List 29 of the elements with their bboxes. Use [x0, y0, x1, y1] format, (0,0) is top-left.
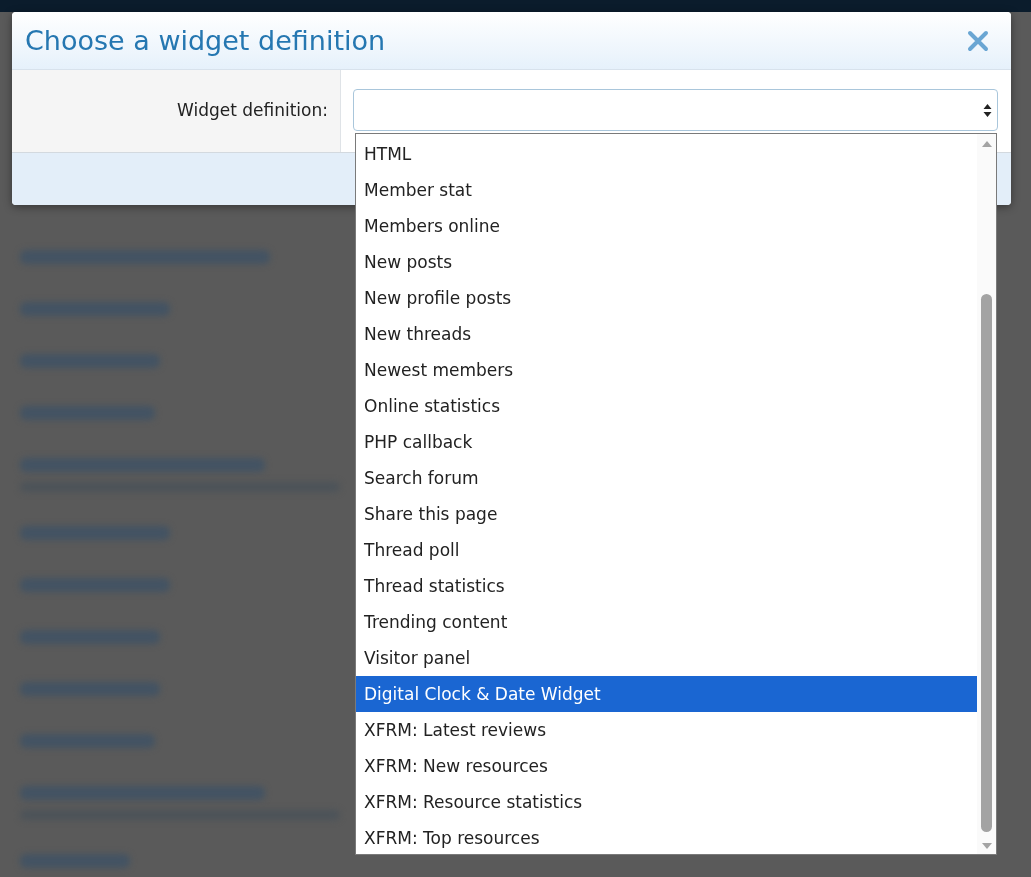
field-label: Widget definition: — [176, 100, 328, 120]
dropdown-option[interactable]: New posts — [356, 244, 977, 280]
dropdown-option[interactable]: Online statistics — [356, 388, 977, 424]
dropdown-option[interactable]: Search forum — [356, 460, 977, 496]
dialog-title: Choose a widget definition — [25, 25, 386, 56]
dropdown-option[interactable]: XFRM: Top resources — [356, 820, 977, 856]
close-icon[interactable] — [967, 29, 989, 52]
select-arrows-icon — [983, 102, 992, 118]
dropdown-option[interactable]: Visitor panel — [356, 640, 977, 676]
scroll-down-icon[interactable] — [980, 842, 993, 850]
dropdown-option[interactable]: Digital Clock & Date Widget — [356, 676, 977, 712]
dropdown-option[interactable]: Thread statistics — [356, 568, 977, 604]
dropdown-option[interactable]: XFRM: Latest reviews — [356, 712, 977, 748]
dropdown-option[interactable]: New profile posts — [356, 280, 977, 316]
dropdown-option[interactable]: XFRM: Resource statistics — [356, 784, 977, 820]
dropdown-option[interactable]: Trending content — [356, 604, 977, 640]
dropdown-option[interactable]: XFRM: New resources — [356, 748, 977, 784]
dropdown-option[interactable]: Thread poll — [356, 532, 977, 568]
dropdown-option[interactable]: Members online — [356, 208, 977, 244]
dropdown-option[interactable]: PHP callback — [356, 424, 977, 460]
dropdown-option[interactable]: Newest members — [356, 352, 977, 388]
select-field[interactable] — [353, 89, 998, 131]
dropdown-option[interactable]: Member stat — [356, 172, 977, 208]
scrollbar[interactable] — [977, 134, 996, 854]
scroll-up-icon[interactable] — [980, 140, 993, 148]
dropdown-option[interactable]: New threads — [356, 316, 977, 352]
dropdown-option[interactable]: HTML — [356, 136, 977, 172]
dropdown-option[interactable]: Share this page — [356, 496, 977, 532]
scrollbar-thumb[interactable] — [981, 294, 992, 832]
